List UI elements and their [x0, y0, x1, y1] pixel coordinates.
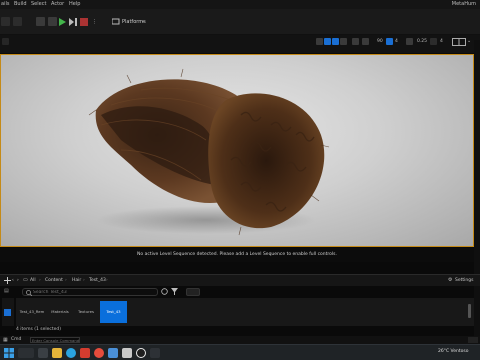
- asset-label: Materials: [51, 309, 69, 314]
- search-box: [22, 288, 158, 296]
- breadcrumb-separator-icon: ›: [65, 278, 67, 283]
- edge-icon[interactable]: [66, 348, 76, 358]
- add-icon[interactable]: [4, 277, 11, 284]
- asset-tile-selected[interactable]: Test_43: [100, 301, 127, 323]
- cmd-dropdown[interactable]: Cmd: [11, 337, 21, 342]
- more-options-icon[interactable]: ⋮: [92, 19, 97, 25]
- scale-snap-value[interactable]: 0.25: [417, 39, 427, 44]
- grid-snap-value[interactable]: 90: [377, 39, 383, 44]
- play-icon[interactable]: [58, 18, 66, 26]
- main-toolbar: ⋮ Platforms ⌄: [0, 9, 480, 35]
- scale-mode-icon[interactable]: [340, 38, 347, 45]
- select-mode-icon[interactable]: [316, 38, 323, 45]
- settings-button[interactable]: Settings: [455, 278, 473, 283]
- stop-icon[interactable]: [80, 18, 88, 26]
- menu-item-build[interactable]: Build: [14, 1, 27, 7]
- history-icon[interactable]: [161, 288, 168, 295]
- asset-tile[interactable]: Textures: [72, 301, 100, 321]
- start-icon[interactable]: [4, 348, 14, 358]
- mail-icon[interactable]: [108, 348, 118, 358]
- level-viewport[interactable]: [0, 54, 474, 247]
- content-browser-path-bar: ‹ › ▭ All › Content › Hair › Test_43 › ⚙…: [0, 274, 480, 286]
- asset-label: Textures: [78, 309, 94, 314]
- rotate-mode-icon[interactable]: [332, 38, 339, 45]
- command-bar: ▦ Cmd: [0, 336, 480, 344]
- sequence-message: No active Level Sequence detected. Pleas…: [0, 248, 474, 262]
- search-icon: [26, 290, 32, 296]
- menu-item-details[interactable]: ails: [1, 1, 9, 7]
- app-icon[interactable]: [122, 348, 132, 358]
- menu-item-actor[interactable]: Actor: [51, 1, 64, 7]
- world-local-icon[interactable]: [352, 38, 359, 45]
- skip-forward-icon[interactable]: [69, 18, 77, 26]
- back-icon[interactable]: ‹: [12, 278, 14, 283]
- weather-widget[interactable]: 26°C Ventoso: [438, 349, 469, 354]
- file-explorer-icon[interactable]: [52, 348, 62, 358]
- sources-toggle-icon[interactable]: ▤: [4, 288, 9, 294]
- viewport-toolbar: 90 4 0.25 4 ⌄: [0, 35, 480, 53]
- app-icon[interactable]: [150, 348, 160, 358]
- app-icon[interactable]: [80, 348, 90, 358]
- hair-model: [88, 68, 330, 236]
- details-panel-strip: [474, 40, 480, 340]
- viewport-menu-icon[interactable]: [2, 38, 9, 45]
- asset-grid: Test_43_Rem Materials Textures Test_43: [16, 298, 474, 326]
- menu-item-help[interactable]: Help: [69, 1, 80, 7]
- console-input[interactable]: [32, 337, 80, 343]
- breadcrumb-separator-icon: ›: [106, 278, 108, 283]
- asset-tile[interactable]: Materials: [46, 301, 74, 321]
- menu-item-select[interactable]: Select: [31, 1, 46, 7]
- rotation-snap-value[interactable]: 4: [395, 39, 398, 44]
- asset-count-status: 4 items (1 selected): [16, 327, 62, 332]
- camera-speed-value[interactable]: 4: [440, 39, 443, 44]
- viewport-layout-icon[interactable]: [452, 38, 466, 46]
- menu-bar: ails Build Select Actor Help MetaHum: [0, 0, 480, 9]
- scale-snap-icon[interactable]: [406, 38, 413, 45]
- cinematics-icon[interactable]: [48, 17, 57, 26]
- unreal-engine-icon[interactable]: [136, 348, 146, 358]
- search-input[interactable]: [33, 289, 153, 296]
- filter-icon[interactable]: [171, 288, 178, 295]
- rotation-snap-icon[interactable]: [386, 38, 393, 45]
- asset-label: Test_43: [106, 309, 121, 314]
- gear-icon[interactable]: ⚙: [448, 277, 452, 283]
- breadcrumb-hair[interactable]: Hair: [72, 278, 81, 283]
- chrome-icon[interactable]: [94, 348, 104, 358]
- windows-taskbar: 26°C Ventoso: [0, 344, 480, 360]
- breadcrumb-test[interactable]: Test_43: [89, 278, 106, 283]
- forward-icon[interactable]: ›: [17, 278, 19, 283]
- chevron-down-icon: ⌄: [141, 18, 146, 24]
- viewport-options-icon[interactable]: ⌄: [467, 38, 471, 44]
- scrollbar-thumb[interactable]: [468, 304, 471, 318]
- console-input-box: [30, 337, 80, 343]
- left-collapse-strip: [2, 298, 14, 326]
- search-taskbar-button[interactable]: [18, 348, 34, 358]
- asset-tile[interactable]: Test_43_Rem: [18, 301, 46, 321]
- folder-icon: ▭: [23, 277, 28, 283]
- breadcrumb-separator-icon: ›: [83, 278, 85, 283]
- breadcrumb-separator-icon: ›: [39, 278, 41, 283]
- task-view-icon[interactable]: [38, 348, 48, 358]
- save-search-button[interactable]: [186, 288, 200, 296]
- asset-label: Test_43_Rem: [19, 309, 45, 314]
- blueprint-icon[interactable]: [36, 17, 45, 26]
- add-actor-icon[interactable]: [13, 17, 22, 26]
- mode-icon[interactable]: [1, 17, 10, 26]
- surface-snap-icon[interactable]: [362, 38, 369, 45]
- platforms-icon: [112, 18, 120, 25]
- output-log-icon[interactable]: ▦: [3, 337, 8, 343]
- translate-mode-icon[interactable]: [324, 38, 331, 45]
- derived-data-button[interactable]: [468, 337, 478, 343]
- camera-speed-icon[interactable]: [430, 38, 437, 45]
- breadcrumb-content[interactable]: Content: [45, 278, 63, 283]
- breadcrumb-all[interactable]: All: [30, 278, 36, 283]
- app-title: MetaHum: [451, 1, 476, 7]
- selection-indicator: [4, 309, 11, 316]
